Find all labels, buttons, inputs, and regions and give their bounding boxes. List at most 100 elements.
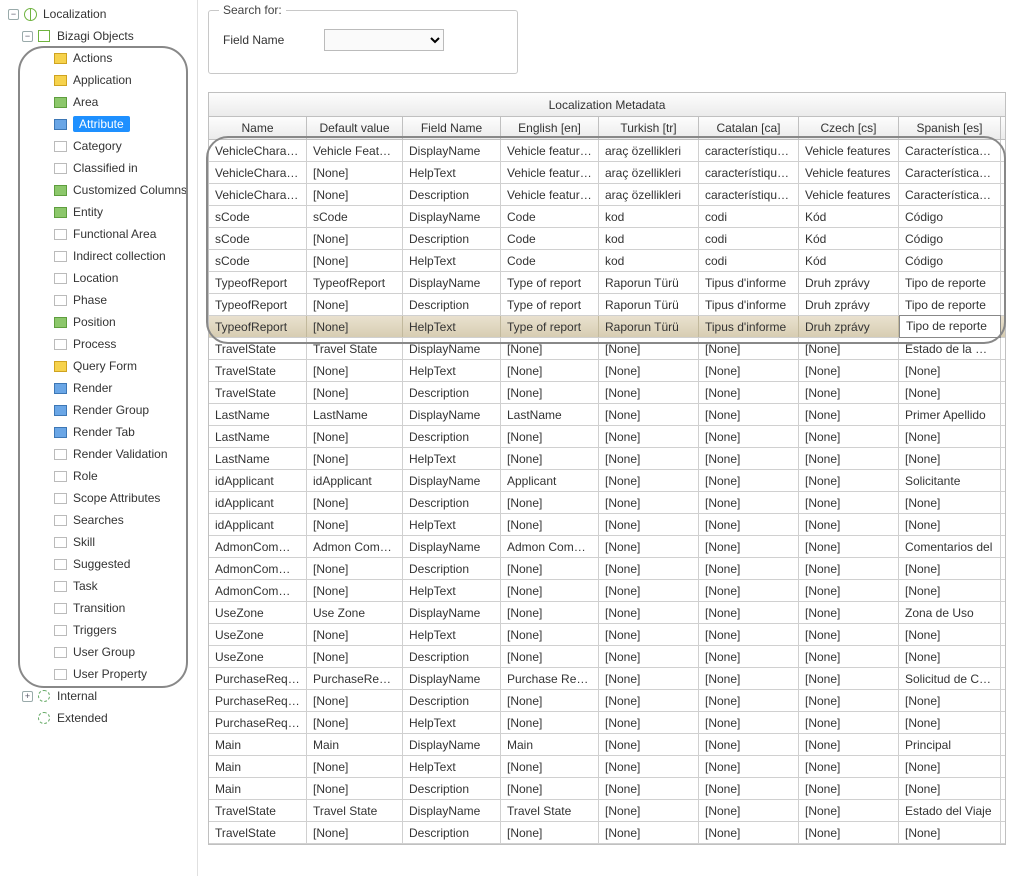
table-cell[interactable]: [None] [799, 734, 899, 755]
table-cell[interactable]: [None] [307, 426, 403, 447]
table-cell[interactable]: [None] [307, 492, 403, 513]
table-cell[interactable]: Type of report [501, 316, 599, 337]
table-row[interactable]: sCode[None]HelpTextCodekodcodiKódCódigo [209, 250, 1005, 272]
tree-item-render[interactable]: Render [4, 377, 197, 399]
table-cell[interactable]: Estado del Viaje [899, 800, 1001, 821]
table-cell[interactable]: idApplicant [209, 492, 307, 513]
table-cell[interactable]: Vehicle features [501, 162, 599, 183]
table-cell[interactable]: Description [403, 382, 501, 403]
table-cell[interactable]: [None] [599, 426, 699, 447]
table-row[interactable]: LastNameLastNameDisplayNameLastName[None… [209, 404, 1005, 426]
table-row[interactable]: MainMainDisplayNameMain[None][None][None… [209, 734, 1005, 756]
collapse-icon[interactable]: − [8, 9, 19, 20]
table-cell[interactable]: HelpText [403, 756, 501, 777]
table-cell[interactable]: Description [403, 228, 501, 249]
table-cell[interactable]: [None] [799, 448, 899, 469]
table-cell[interactable]: Vehicle features [799, 140, 899, 161]
table-cell[interactable]: [None] [599, 558, 699, 579]
table-cell[interactable]: [None] [599, 580, 699, 601]
tree-item-scope-attributes[interactable]: Scope Attributes [4, 487, 197, 509]
table-cell[interactable]: Use Zone [307, 602, 403, 623]
tree-item-searches[interactable]: Searches [4, 509, 197, 531]
expand-icon[interactable]: + [22, 691, 33, 702]
table-cell[interactable]: HelpText [403, 514, 501, 535]
table-cell[interactable]: [None] [599, 734, 699, 755]
table-cell[interactable]: [None] [799, 426, 899, 447]
tree-item-suggested[interactable]: Suggested [4, 553, 197, 575]
table-cell[interactable]: Description [403, 558, 501, 579]
table-row[interactable]: TravelState[None]Description[None][None]… [209, 822, 1005, 844]
table-row[interactable]: AdmonComment[None]HelpText[None][None][N… [209, 580, 1005, 602]
table-cell[interactable]: Travel State [307, 800, 403, 821]
table-cell[interactable]: Code [501, 228, 599, 249]
table-cell[interactable]: HelpText [403, 162, 501, 183]
table-row[interactable]: LastName[None]Description[None][None][No… [209, 426, 1005, 448]
table-cell[interactable]: [None] [699, 580, 799, 601]
table-cell[interactable]: [None] [599, 514, 699, 535]
table-cell[interactable]: TypeofReport [209, 316, 307, 337]
table-cell[interactable]: [None] [599, 492, 699, 513]
field-name-select[interactable] [324, 29, 444, 51]
table-cell[interactable]: [None] [501, 756, 599, 777]
editing-cell[interactable]: Tipo de reporte [899, 315, 1001, 338]
table-cell[interactable]: sCode [209, 250, 307, 271]
table-cell[interactable]: característiques d [699, 140, 799, 161]
table-cell[interactable]: Description [403, 822, 501, 843]
table-row[interactable]: VehicleCharacteri[None]HelpTextVehicle f… [209, 162, 1005, 184]
table-cell[interactable]: [None] [307, 294, 403, 315]
table-cell[interactable]: Description [403, 690, 501, 711]
table-cell[interactable]: Main [209, 756, 307, 777]
table-row[interactable]: Main[None]HelpText[None][None][None][Non… [209, 756, 1005, 778]
collapse-icon[interactable]: − [22, 31, 33, 42]
tree-item-user-group[interactable]: User Group [4, 641, 197, 663]
table-cell[interactable]: DisplayName [403, 272, 501, 293]
tree-item-location[interactable]: Location [4, 267, 197, 289]
table-cell[interactable]: [None] [599, 360, 699, 381]
tree-item-classified-in[interactable]: Classified in [4, 157, 197, 179]
table-cell[interactable]: kod [599, 206, 699, 227]
table-cell[interactable]: [None] [699, 602, 799, 623]
table-cell[interactable]: [None] [899, 822, 1001, 843]
table-row[interactable]: TravelState[None]HelpText[None][None][No… [209, 360, 1005, 382]
table-cell[interactable]: [None] [307, 228, 403, 249]
table-cell[interactable]: [None] [899, 690, 1001, 711]
table-cell[interactable]: Travel State [501, 800, 599, 821]
table-cell[interactable]: sCode [209, 206, 307, 227]
table-cell[interactable]: [None] [599, 404, 699, 425]
tree-item-query-form[interactable]: Query Form [4, 355, 197, 377]
table-cell[interactable]: [None] [899, 514, 1001, 535]
table-cell[interactable]: araç özellikleri [599, 184, 699, 205]
table-cell[interactable]: [None] [599, 536, 699, 557]
table-cell[interactable]: Kód [799, 250, 899, 271]
table-cell[interactable]: araç özellikleri [599, 162, 699, 183]
table-cell[interactable]: Description [403, 492, 501, 513]
table-cell[interactable]: HelpText [403, 712, 501, 733]
tree-node-internal[interactable]: + Internal [4, 685, 197, 707]
table-cell[interactable]: [None] [899, 646, 1001, 667]
table-cell[interactable]: TypeofReport [307, 272, 403, 293]
table-cell[interactable]: idApplicant [209, 470, 307, 491]
tree-item-task[interactable]: Task [4, 575, 197, 597]
table-cell[interactable]: [None] [307, 316, 403, 337]
table-cell[interactable]: [None] [307, 250, 403, 271]
table-cell[interactable]: [None] [501, 558, 599, 579]
table-cell[interactable]: [None] [699, 624, 799, 645]
tree-item-triggers[interactable]: Triggers [4, 619, 197, 641]
table-row[interactable]: idApplicant[None]Description[None][None]… [209, 492, 1005, 514]
table-cell[interactable]: [None] [599, 470, 699, 491]
table-cell[interactable]: [None] [799, 492, 899, 513]
table-cell[interactable]: HelpText [403, 448, 501, 469]
table-cell[interactable]: DisplayName [403, 668, 501, 689]
table-cell[interactable]: [None] [307, 624, 403, 645]
table-cell[interactable]: [None] [899, 580, 1001, 601]
table-cell[interactable]: Code [501, 250, 599, 271]
table-cell[interactable]: codi [699, 206, 799, 227]
table-cell[interactable]: Kód [799, 228, 899, 249]
table-cell[interactable]: PurchaseRequest [307, 668, 403, 689]
table-cell[interactable]: LastName [307, 404, 403, 425]
table-cell[interactable]: Admon Comment [307, 536, 403, 557]
table-cell[interactable]: [None] [699, 492, 799, 513]
table-cell[interactable]: [None] [899, 492, 1001, 513]
table-cell[interactable]: [None] [307, 712, 403, 733]
table-cell[interactable]: Druh zprávy [799, 316, 899, 337]
